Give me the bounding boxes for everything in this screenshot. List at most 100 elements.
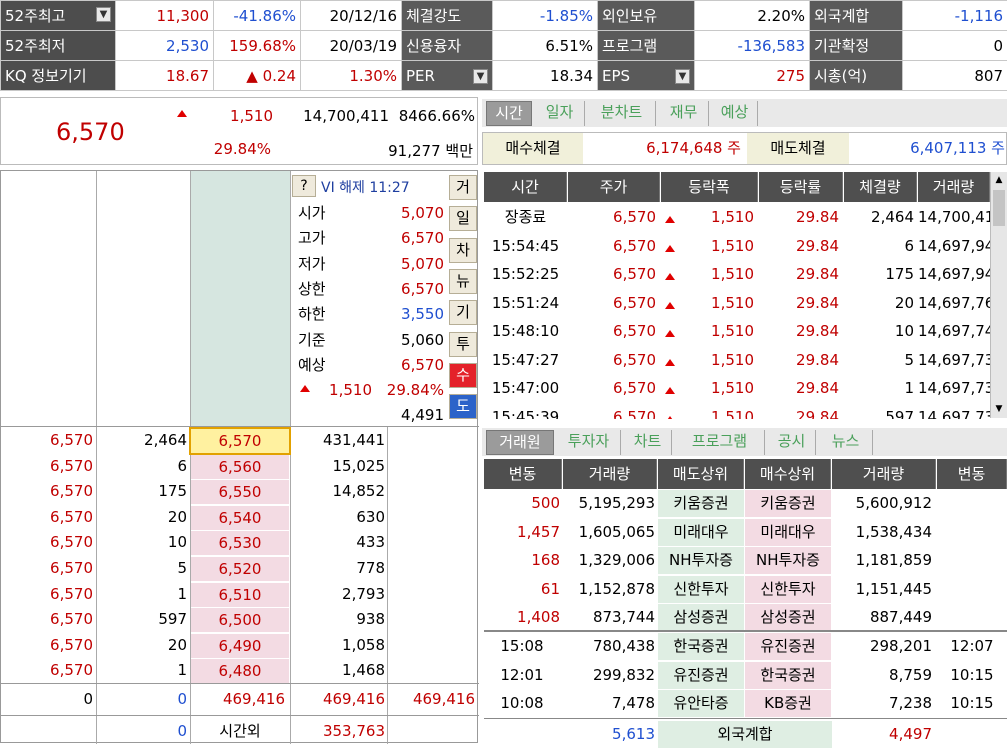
help-button[interactable]: ? <box>292 175 316 197</box>
tick-time: 15:47:27 <box>484 346 567 375</box>
bid-price[interactable]: 6,490 <box>191 634 289 658</box>
ticks-header: 시간주가등락폭등락률체결량거래량 <box>484 172 990 202</box>
tab-0[interactable]: 시간 <box>486 101 532 126</box>
side-buttons: 거일차뉴기투수도 <box>449 175 477 425</box>
tick-rate: 29.84 <box>759 403 839 420</box>
bid-price[interactable]: 6,540 <box>191 506 289 530</box>
price-change: 1,510 <box>201 107 273 125</box>
brokers-panel: 거래원투자자차트프로그램공시뉴스 변동거래량매도상위매수상위거래량변동 5005… <box>482 426 1007 743</box>
sell-broker[interactable]: 한국증권 <box>658 633 744 660</box>
chevron-down-icon[interactable]: ▼ <box>473 69 488 84</box>
tick-change: 1,510 <box>661 203 754 232</box>
sell-broker[interactable]: 미래대우 <box>658 519 744 546</box>
label-program: 프로그램 <box>598 31 695 61</box>
sector-index: 18.67 <box>116 61 214 91</box>
buy-broker[interactable]: KB증권 <box>745 690 831 717</box>
sell-broker[interactable]: 삼성증권 <box>658 604 744 631</box>
tab-4[interactable]: 공시 <box>768 430 816 455</box>
side-button[interactable]: 뉴 <box>449 269 477 294</box>
tab-0[interactable]: 거래원 <box>486 430 554 455</box>
bid-price[interactable]: 6,560 <box>191 455 289 479</box>
ticks-header-cell: 등락폭 <box>661 172 758 202</box>
buy-broker[interactable]: 신한투자 <box>745 576 831 603</box>
tick-qty: 20 <box>844 289 914 318</box>
buy-broker[interactable]: 키움증권 <box>745 490 831 517</box>
sell-exec-value: 6,407,113 주 <box>849 133 1005 164</box>
tick-price: 6,570 <box>568 289 656 318</box>
buy-broker[interactable]: 한국증권 <box>745 662 831 689</box>
tick-time: 15:45:39 <box>484 403 567 420</box>
foreign-buy-volume: 8,759 <box>832 661 932 690</box>
brokers-buy-volume: 887,449 <box>832 603 932 632</box>
tab-2[interactable]: 분차트 <box>588 101 656 126</box>
ticks-table: 장종료6,5701,51029.842,46414,700,41115:54:4… <box>484 203 990 419</box>
tab-5[interactable]: 뉴스 <box>819 430 873 455</box>
bid-price[interactable]: 6,500 <box>191 608 289 632</box>
current-price: 6,570 <box>56 118 125 146</box>
scroll-thumb[interactable] <box>993 190 1005 226</box>
side-button[interactable]: 일 <box>449 206 477 231</box>
tick-rate: 29.84 <box>759 260 839 289</box>
tab-2[interactable]: 차트 <box>624 430 672 455</box>
trade-amount: 91,277 백만 <box>331 140 473 161</box>
sell-broker[interactable]: 유안타증 <box>658 690 744 717</box>
tab-3[interactable]: 프로그램 <box>675 430 765 455</box>
tick-time: 15:51:24 <box>484 289 567 318</box>
side-button[interactable]: 수 <box>449 363 477 388</box>
bid-price[interactable]: 6,510 <box>191 583 289 607</box>
bid-price[interactable]: 6,550 <box>191 480 289 504</box>
side-button[interactable]: 도 <box>449 394 477 419</box>
bid-price[interactable]: 6,480 <box>191 659 289 683</box>
tab-1[interactable]: 일자 <box>535 101 585 126</box>
tick-price: 6,570 <box>568 374 656 403</box>
expect-qty: 4,491 <box>352 403 444 428</box>
sell-broker[interactable]: 유진증권 <box>658 662 744 689</box>
chevron-down-icon[interactable]: ▼ <box>96 7 111 22</box>
scroll-down-icon[interactable]: ▼ <box>991 401 1007 417</box>
side-button[interactable]: 기 <box>449 300 477 325</box>
label-credit: 신용융자 <box>402 31 493 61</box>
buy-broker[interactable]: 유진증권 <box>745 633 831 660</box>
buy-broker[interactable]: NH투자증 <box>745 547 831 574</box>
tick-qty: 1 <box>844 374 914 403</box>
buy-broker[interactable]: 미래대우 <box>745 519 831 546</box>
bid-price[interactable]: 6,520 <box>191 557 289 581</box>
buy-broker[interactable]: 삼성증권 <box>745 604 831 631</box>
ticks-scrollbar[interactable]: ▲ ▼ <box>990 172 1007 418</box>
chevron-down-icon[interactable]: ▼ <box>675 69 690 84</box>
side-button[interactable]: 차 <box>449 238 477 263</box>
stat-value: 5,060 <box>352 328 444 353</box>
brokers-right-change <box>937 575 1007 604</box>
label-per: PER▼ <box>402 61 493 91</box>
stat-label: 고가 <box>298 226 326 251</box>
tab-3[interactable]: 재무 <box>659 101 709 126</box>
52w-high-value: 11,300 <box>116 1 214 31</box>
label-inst: 기관확정 <box>810 31 903 61</box>
bid-price[interactable]: 6,530 <box>191 531 289 555</box>
tab-4[interactable]: 예상 <box>712 101 758 126</box>
order-book: ? VI 해제 11:27 시가5,070고가6,570저가5,070상한6,5… <box>0 170 478 743</box>
tab-1[interactable]: 투자자 <box>557 430 621 455</box>
sell-broker[interactable]: 키움증권 <box>658 490 744 517</box>
side-button[interactable]: 거 <box>449 175 477 200</box>
broker-header-cell: 거래량 <box>832 459 936 489</box>
after-hours-label: 시간외 <box>191 719 289 745</box>
foreign-total-right: 4,497 <box>832 720 932 749</box>
tick-qty: 175 <box>97 479 187 505</box>
bid-qty: 1,058 <box>291 633 385 659</box>
tick-price: 6,570 <box>568 203 656 232</box>
program-value: -136,583 <box>695 31 810 61</box>
tick-change: 1,510 <box>661 289 754 318</box>
tick-price: 6,570 <box>568 260 656 289</box>
sell-broker[interactable]: 신한투자 <box>658 576 744 603</box>
brokers-buy-volume: 1,181,859 <box>832 546 932 575</box>
side-button[interactable]: 투 <box>449 332 477 357</box>
vi-status: VI 해제 11:27 <box>321 177 410 197</box>
stat-label: 기준 <box>298 328 326 353</box>
bid-price[interactable]: 6,570 <box>191 429 289 453</box>
bid-qty: 1,468 <box>291 658 385 684</box>
scroll-up-icon[interactable]: ▲ <box>991 172 1007 188</box>
brokers-left-change: 500 <box>484 489 560 518</box>
sell-broker[interactable]: NH투자증 <box>658 547 744 574</box>
tick-rate: 29.84 <box>759 317 839 346</box>
